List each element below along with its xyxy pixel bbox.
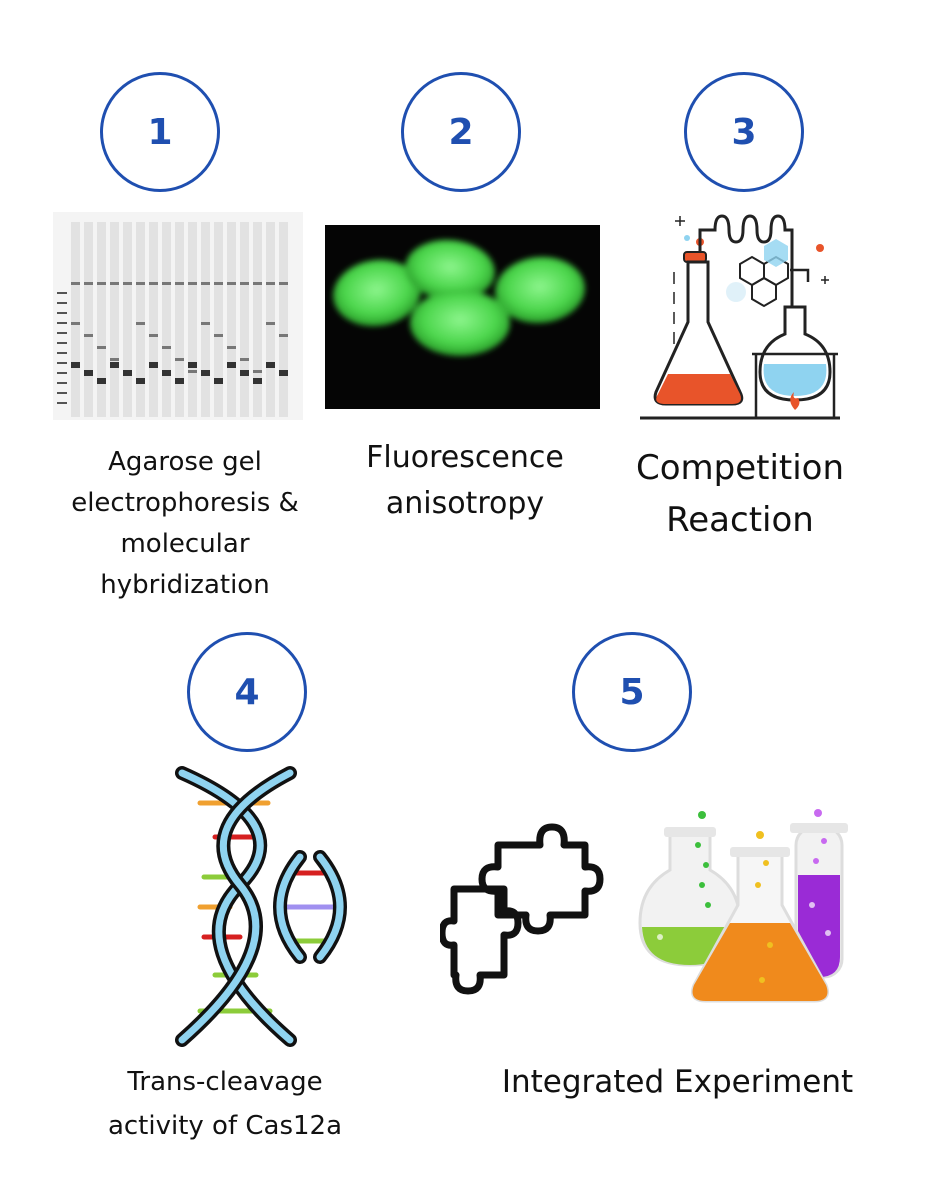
- step-2-number-badge: 2: [401, 72, 521, 192]
- step-4-number-badge: 4: [187, 632, 307, 752]
- step-4-number: 4: [234, 671, 260, 713]
- step-4-caption: Trans-cleavage activity of Cas12a: [80, 1060, 370, 1148]
- chemistry-lab-icon: [640, 212, 840, 422]
- step-5-number: 5: [619, 671, 645, 713]
- step-2-caption-line-1: Fluorescence: [366, 440, 564, 475]
- step-5-caption: Integrated Experiment: [480, 1060, 875, 1104]
- dna-cleavage-icon: [160, 765, 360, 1047]
- step-1-number-badge: 1: [100, 72, 220, 192]
- step-2-number: 2: [448, 111, 474, 153]
- step-4-caption-line-2: activity of Cas12a: [107, 1111, 343, 1141]
- fluorescent-beads-image: [325, 225, 600, 409]
- step-3-number: 3: [731, 111, 757, 153]
- step-1-caption-line-1: Agarose gel: [108, 447, 262, 477]
- gel-electrophoresis-image: [53, 212, 303, 420]
- step-1-caption: Agarose gel electrophoresis & molecular …: [40, 442, 330, 606]
- step-1-caption-line-4: hybridization: [100, 570, 270, 600]
- puzzle-and-flasks-icon: [438, 805, 855, 1005]
- step-2-caption: Fluorescence anisotropy: [330, 435, 600, 527]
- step-3-number-badge: 3: [684, 72, 804, 192]
- step-5-number-badge: 5: [572, 632, 692, 752]
- step-3-caption-line-1: Competition: [635, 448, 845, 488]
- step-1-number: 1: [147, 111, 173, 153]
- step-1-caption-line-2: electrophoresis &: [71, 488, 299, 518]
- step-3-caption-line-2: Reaction: [666, 500, 814, 540]
- step-4-caption-line-1: Trans-cleavage: [127, 1067, 323, 1097]
- step-3-caption: Competition Reaction: [615, 442, 865, 546]
- step-2-caption-line-2: anisotropy: [385, 486, 545, 521]
- step-5-caption-line-1: Integrated Experiment: [501, 1064, 854, 1100]
- step-1-caption-line-3: molecular: [120, 529, 250, 559]
